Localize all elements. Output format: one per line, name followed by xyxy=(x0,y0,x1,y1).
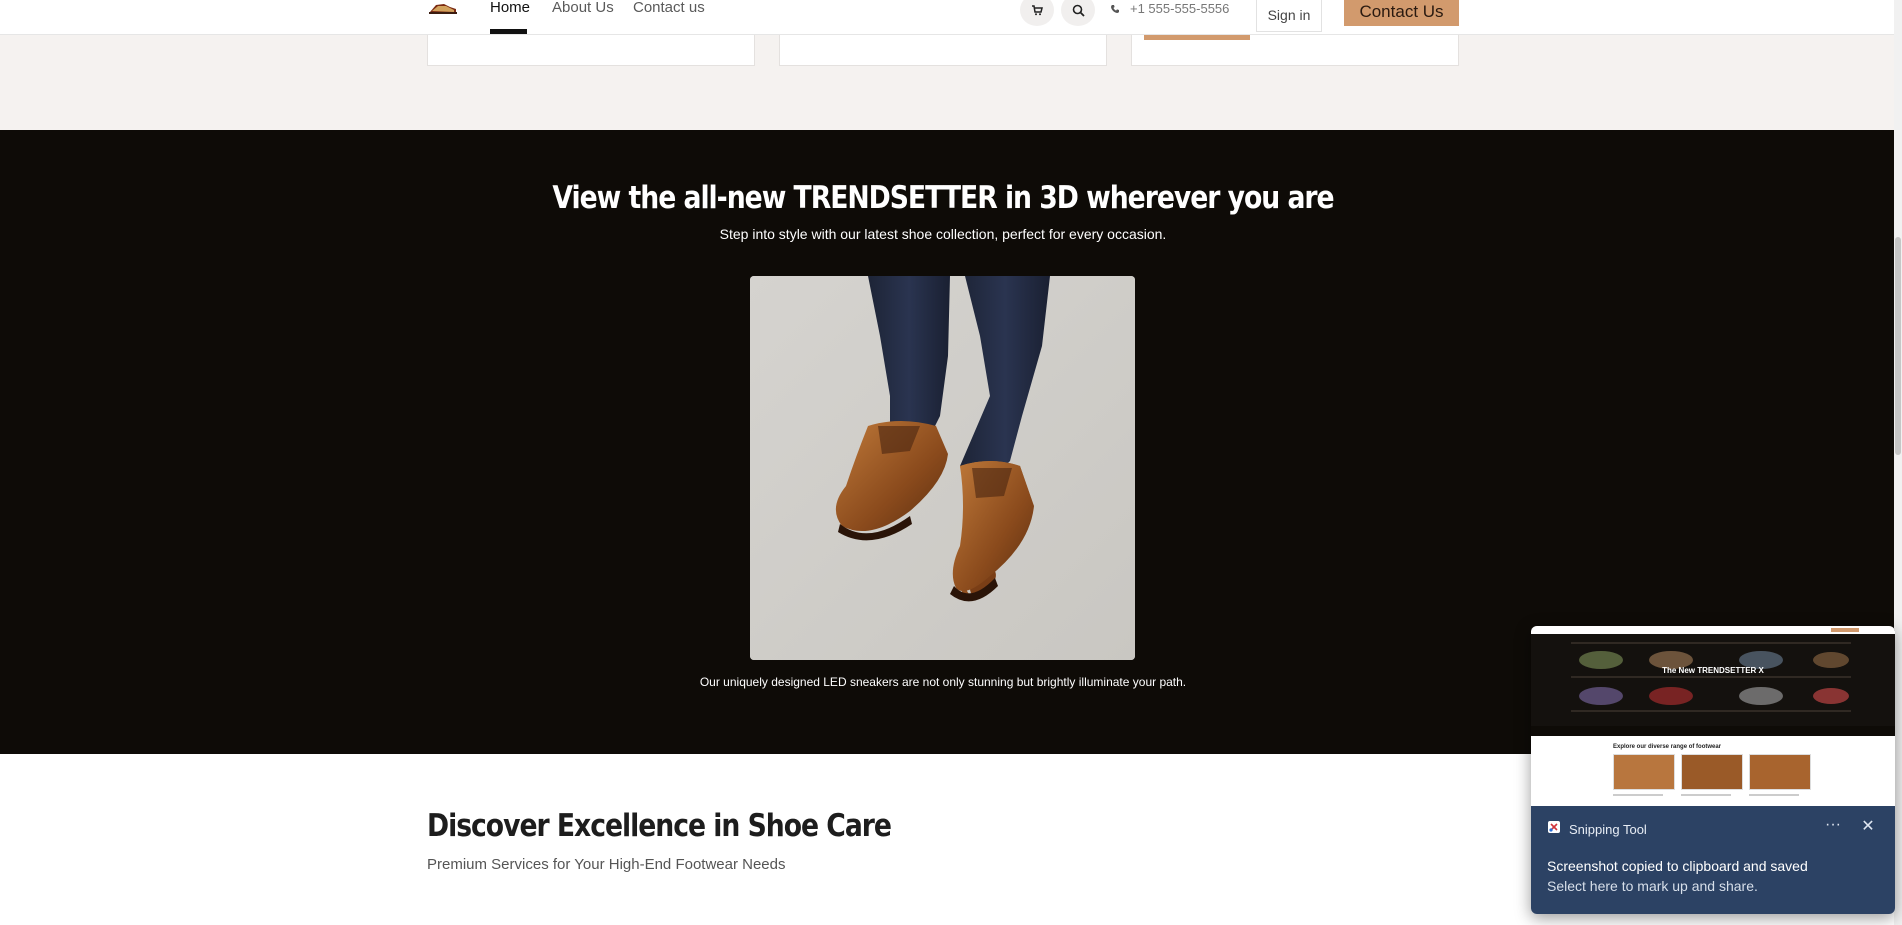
toast-action-text[interactable]: Select here to mark up and share. xyxy=(1547,878,1758,894)
preview-catalog: Explore our diverse range of footwear xyxy=(1531,736,1895,806)
toast-message: Screenshot copied to clipboard and saved xyxy=(1547,858,1808,874)
shoe-photo xyxy=(750,276,1135,660)
search-icon xyxy=(1072,4,1085,17)
shoe-shelf-icon xyxy=(1531,626,1895,736)
page-scrollbar[interactable] xyxy=(1894,0,1902,925)
site-header: Home About Us Contact us +1 555-555-5556… xyxy=(0,0,1894,35)
preview-thumb xyxy=(1681,754,1743,790)
nav-active-indicator xyxy=(490,29,527,34)
phone-number: +1 555-555-5556 xyxy=(1130,1,1230,16)
discover-subtitle: Premium Services for Your High-End Footw… xyxy=(427,856,786,873)
search-button[interactable] xyxy=(1061,0,1095,26)
feature-title: View the all-new TRENDSETTER in 3D where… xyxy=(552,180,1334,216)
card-action-button[interactable] xyxy=(1144,35,1250,40)
shoe-photo-icon xyxy=(750,276,1135,660)
preview-thumb xyxy=(1749,754,1811,790)
close-icon[interactable]: ✕ xyxy=(1856,816,1880,836)
cart-icon xyxy=(1032,5,1043,16)
feature-subtitle: Step into style with our latest shoe col… xyxy=(719,226,1167,242)
scrollbar-thumb[interactable] xyxy=(1895,237,1901,455)
logo-icon[interactable] xyxy=(428,0,458,14)
contact-us-button[interactable]: Contact Us xyxy=(1344,0,1459,26)
discover-title: Discover Excellence in Shoe Care xyxy=(427,808,892,844)
preview-hero: The New TRENDSETTER X xyxy=(1531,626,1895,736)
phone-icon xyxy=(1111,4,1119,13)
toast-body[interactable]: Snipping Tool ··· ✕ Screenshot copied to… xyxy=(1531,806,1895,914)
snipping-tool-toast[interactable]: The New TRENDSETTER X Explore our divers… xyxy=(1531,626,1895,914)
preview-section-title: Explore our diverse range of footwear xyxy=(1613,744,1722,750)
toast-app-name: Snipping Tool xyxy=(1569,822,1647,837)
snipping-tool-icon xyxy=(1548,821,1560,833)
cart-button[interactable] xyxy=(1020,0,1054,26)
preview-thumb xyxy=(1613,754,1675,790)
nav-about[interactable]: About Us xyxy=(552,0,614,16)
signin-button[interactable]: Sign in xyxy=(1256,0,1322,32)
nav-contact[interactable]: Contact us xyxy=(633,0,705,16)
screenshot-preview[interactable]: The New TRENDSETTER X Explore our divers… xyxy=(1531,626,1895,806)
more-options-icon[interactable]: ··· xyxy=(1821,816,1845,836)
preview-hero-title: The New TRENDSETTER X xyxy=(1662,666,1764,675)
phone-link[interactable]: +1 555-555-5556 xyxy=(1110,1,1229,16)
nav-home[interactable]: Home xyxy=(490,0,530,16)
